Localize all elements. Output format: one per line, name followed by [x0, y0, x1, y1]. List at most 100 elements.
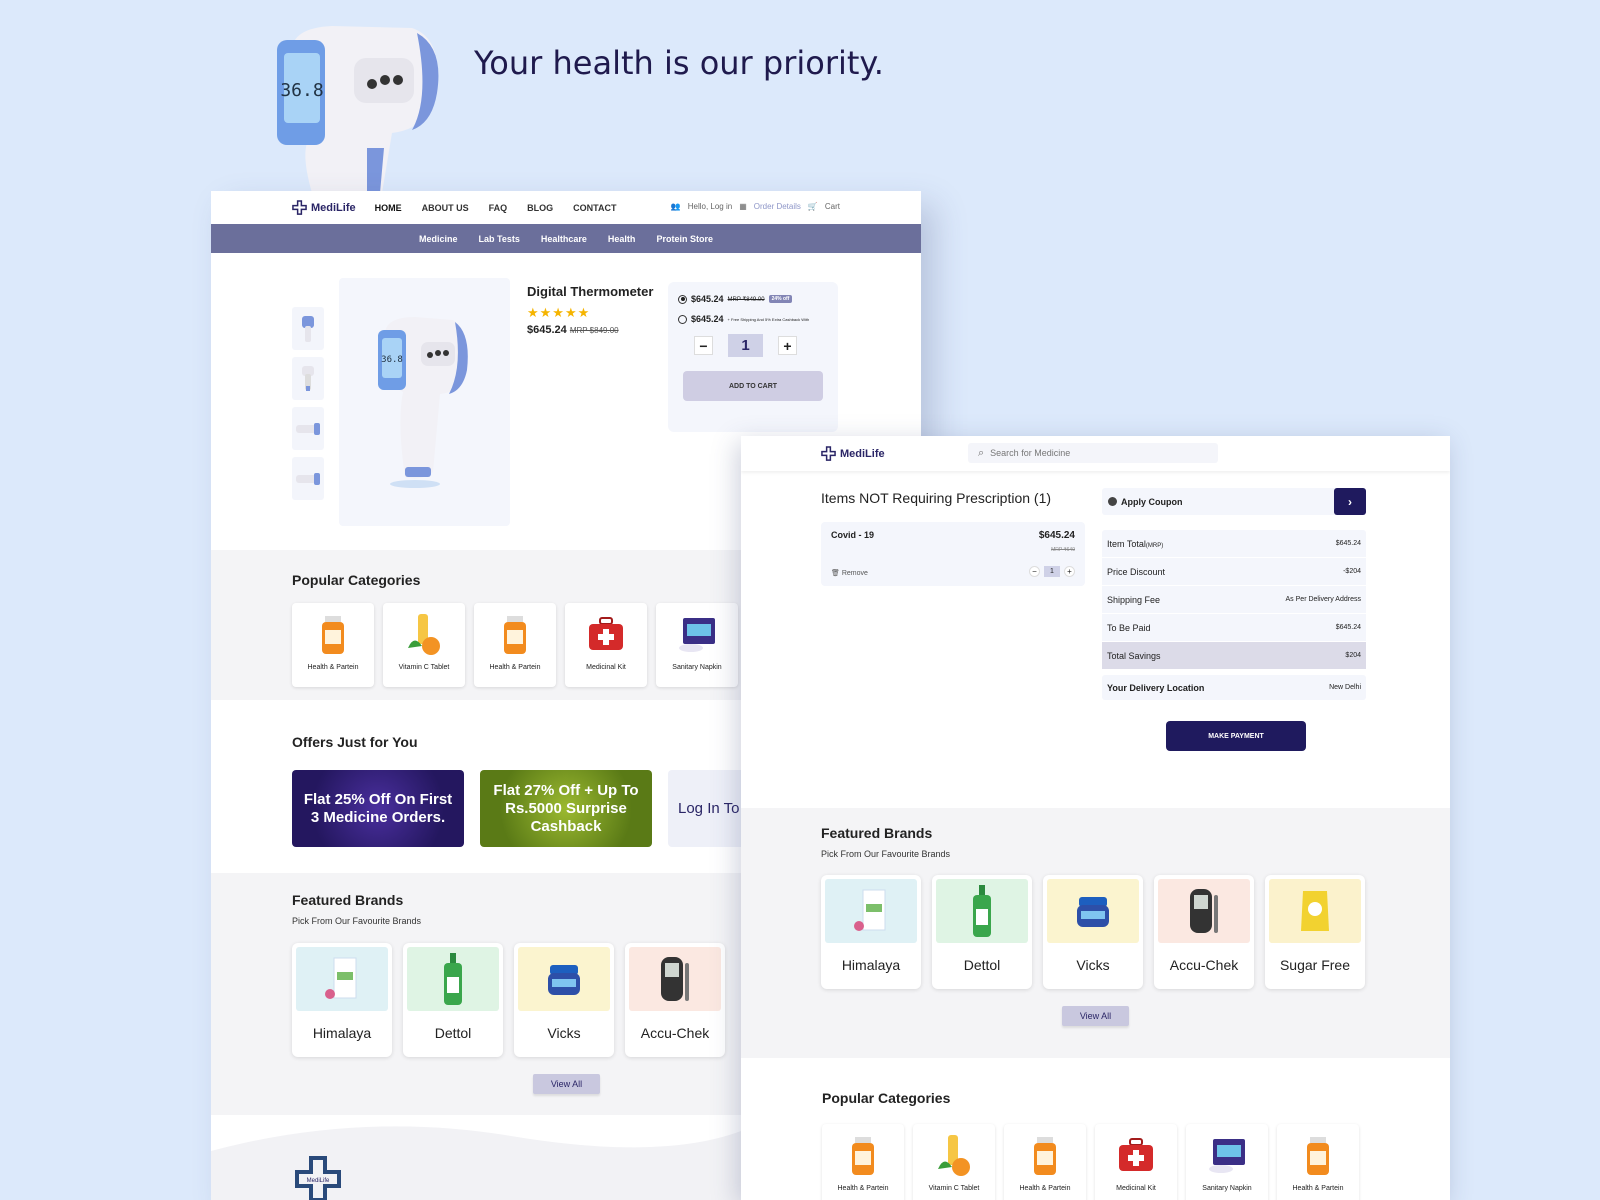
catbar-protein-store[interactable]: Protein Store	[656, 234, 713, 244]
add-to-cart-button[interactable]: ADD TO CART	[683, 371, 823, 401]
category-card[interactable]: Health & Partein	[292, 603, 374, 687]
purchase-option-1[interactable]: $645.24 MRP ₹849.00 24% off	[678, 294, 828, 304]
qty-value[interactable]: 1	[1044, 566, 1060, 577]
option-price: $645.24	[691, 314, 724, 324]
brand-card[interactable]: Himalaya	[292, 943, 392, 1057]
catbar-healthcare[interactable]: Healthcare	[541, 234, 587, 244]
coupon-arrow-button[interactable]: ›	[1334, 488, 1366, 515]
nav-blog[interactable]: BLOG	[527, 203, 553, 213]
brand-card[interactable]: Dettol	[932, 875, 1032, 989]
nav-about[interactable]: ABOUT US	[422, 203, 469, 213]
product-thumbnail[interactable]	[292, 457, 324, 500]
purchase-option-2[interactable]: $645.24 + Free Shipping And 5% Extra Cas…	[678, 314, 828, 324]
qty-minus-button[interactable]: −	[1029, 566, 1040, 577]
apply-coupon-bar[interactable]: Apply Coupon ›	[1102, 488, 1366, 515]
qty-plus-button[interactable]: +	[778, 336, 797, 355]
discount-badge: 24% off	[768, 295, 793, 303]
category-label: Health & Partein	[489, 664, 541, 671]
product-thumbnail[interactable]	[292, 307, 324, 350]
rx-section-title: Items NOT Requiring Prescription (1)	[821, 490, 1052, 506]
dettol-product-image	[407, 947, 499, 1011]
category-card[interactable]: Health & Partein	[1004, 1124, 1086, 1200]
logo[interactable]: MediLife	[292, 200, 356, 215]
product-thumbnail[interactable]	[292, 407, 324, 450]
qty-plus-button[interactable]: +	[1064, 566, 1075, 577]
popular-categories-row: Health & Partein Vitamin C Tablet Health…	[292, 603, 738, 687]
brand-card[interactable]: Himalaya	[821, 875, 921, 989]
login-link[interactable]: Hello, Log in	[688, 202, 732, 211]
order-summary: Item Total(MRP) $645.24 Price Discount -$2…	[1102, 530, 1366, 670]
radio-selected[interactable]	[678, 294, 687, 304]
footer-cross-logo-icon: MediLife	[295, 1156, 341, 1200]
category-card[interactable]: Health & Partein	[822, 1124, 904, 1200]
search-input[interactable]: ⌕ Search for Medicine	[968, 443, 1218, 463]
brand-row: Himalaya Dettol Vicks Accu-Chek Sugar Fr…	[821, 875, 1365, 989]
option-mrp: MRP ₹849.00	[727, 296, 765, 303]
category-card[interactable]: Sanitary Napkin	[656, 603, 738, 687]
logo[interactable]: MediLife	[821, 446, 885, 461]
product-thumbnail[interactable]	[292, 357, 324, 400]
catbar-lab-tests[interactable]: Lab Tests	[479, 234, 520, 244]
search-placeholder: Search for Medicine	[990, 448, 1071, 458]
summary-label: To Be Paid	[1107, 622, 1151, 633]
offers-title: Offers Just for You	[292, 734, 418, 750]
category-card[interactable]: Medicinal Kit	[565, 603, 647, 687]
category-card[interactable]: Health & Partein	[474, 603, 556, 687]
vitamin-c-icon	[408, 614, 440, 655]
qty-value[interactable]: 1	[728, 334, 763, 357]
view-all-button[interactable]: View All	[1062, 1006, 1129, 1026]
radio-unselected[interactable]	[678, 314, 687, 324]
brand-name: Himalaya	[312, 1025, 372, 1041]
featured-brands-title: Featured Brands	[821, 825, 933, 841]
category-card[interactable]: Vitamin C Tablet	[383, 603, 465, 687]
catbar-medicine[interactable]: Medicine	[419, 234, 458, 244]
cross-logo-icon	[821, 446, 836, 461]
category-card[interactable]: Vitamin C Tablet	[913, 1124, 995, 1200]
summary-row: Shipping Fee As Per Delivery Address	[1102, 586, 1366, 614]
option-price: $645.24	[691, 294, 724, 304]
search-icon: ⌕	[978, 446, 985, 459]
featured-brands-title: Featured Brands	[292, 892, 404, 908]
category-card[interactable]: Sanitary Napkin	[1186, 1124, 1268, 1200]
category-card[interactable]: Health & Partein	[1277, 1124, 1359, 1200]
nav-contact[interactable]: CONTACT	[573, 203, 616, 213]
qty-minus-button[interactable]: −	[694, 336, 713, 355]
category-card[interactable]: Medicinal Kit	[1095, 1124, 1177, 1200]
offer-card[interactable]: Flat 25% Off On First 3 Medicine Orders.	[292, 770, 464, 847]
brand-card[interactable]: Dettol	[403, 943, 503, 1057]
brand-name: Accu-Chek	[640, 1025, 710, 1041]
sanitary-napkin-icon	[679, 618, 715, 652]
top-nav: MediLife HOME ABOUT US FAQ BLOG CONTACT …	[211, 191, 921, 224]
supplement-bottle-icon	[852, 1137, 874, 1175]
popular-categories-title: Popular Categories	[822, 1090, 951, 1106]
brand-card[interactable]: Accu-Chek	[625, 943, 725, 1057]
catbar-health[interactable]: Health	[608, 234, 636, 244]
category-label: Vitamin C Tablet	[928, 1185, 980, 1192]
cart-link[interactable]: Cart	[825, 202, 840, 211]
vicks-product-image	[1047, 879, 1139, 943]
nav-home[interactable]: HOME	[375, 203, 402, 213]
sanitary-napkin-icon	[1209, 1139, 1245, 1173]
brand-card[interactable]: Vicks	[514, 943, 614, 1057]
featured-brands-subtitle: Pick From Our Favourite Brands	[292, 916, 422, 926]
cart-item: Covid - 19 $645.24 MRP ₹649 🗑 Remove − 1…	[821, 522, 1085, 586]
category-label: Health & Partein	[307, 664, 359, 671]
brand-name: Dettol	[963, 957, 1001, 973]
brand-name: Vicks	[1076, 957, 1110, 973]
summary-row-savings: Total Savings $204	[1102, 642, 1366, 670]
delivery-location[interactable]: Your Delivery Location New Delhi	[1102, 675, 1366, 700]
glucometer-product-image	[1158, 879, 1250, 943]
summary-row: Price Discount -$204	[1102, 558, 1366, 586]
view-all-button[interactable]: View All	[533, 1074, 600, 1094]
make-payment-button[interactable]: MAKE PAYMENT	[1166, 721, 1306, 751]
brand-card[interactable]: Sugar Free	[1265, 875, 1365, 989]
option-note: + Free Shipping And 5% Extra Cashback Wi…	[727, 316, 810, 322]
brand-card[interactable]: Vicks	[1043, 875, 1143, 989]
nav-faq[interactable]: FAQ	[489, 203, 508, 213]
product-title: Digital Thermometer	[527, 284, 654, 299]
brand-card[interactable]: Accu-Chek	[1154, 875, 1254, 989]
buy-box: $645.24 MRP ₹849.00 24% off $645.24 + Fr…	[668, 282, 838, 432]
order-details-link[interactable]: Order Details	[754, 202, 801, 211]
offer-card[interactable]: Flat 27% Off + Up To Rs.5000 Surprise Ca…	[480, 770, 652, 847]
remove-button[interactable]: 🗑 Remove	[831, 569, 868, 577]
